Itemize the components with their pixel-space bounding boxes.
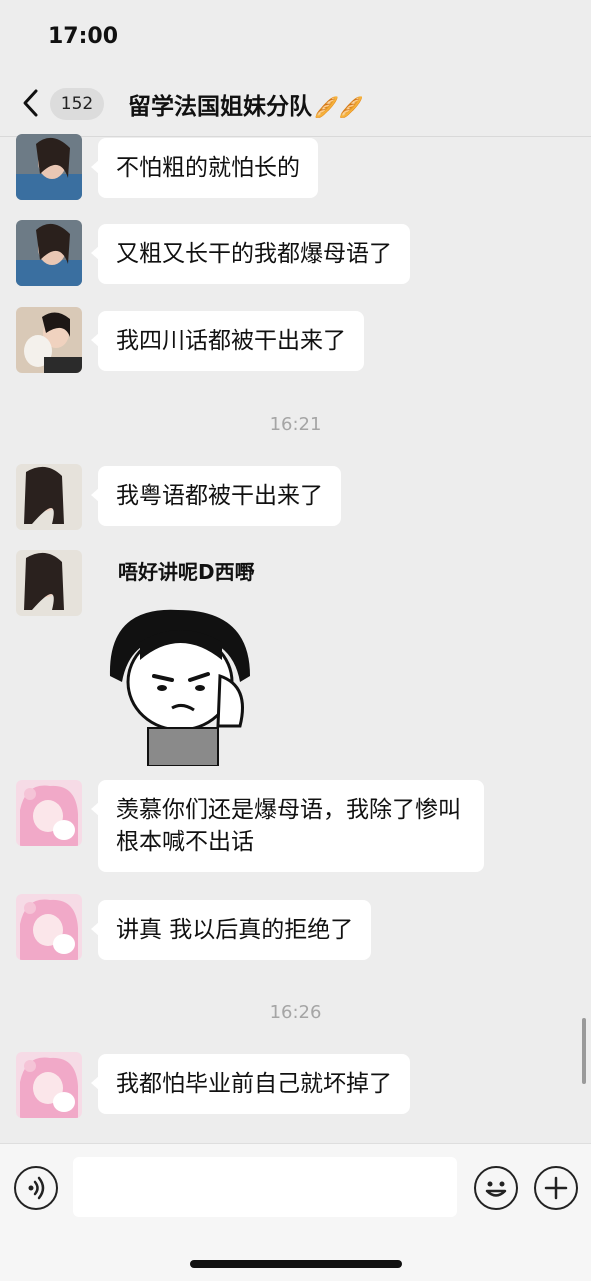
chat-title[interactable]: 留学法国姐妹分队 🥖🥖 [128,87,364,121]
message-bubble[interactable]: 我四川话都被干出来了 [91,311,364,371]
avatar[interactable] [16,220,82,286]
avatar[interactable] [16,1052,82,1118]
sticker-caption: 唔好讲呢D西嘢 [118,560,255,584]
message-bubble[interactable]: 我都怕毕业前自己就坏掉了 [91,1054,410,1114]
back-chevron-icon [23,89,38,117]
emoji-button[interactable] [474,1166,518,1210]
status-bar: 17:00 [0,0,591,70]
message-bubble[interactable]: 又粗又长干的我都爆母语了 [91,224,410,284]
message-timestamp: 16:21 [269,414,322,435]
chat-header: 152 留学法国姐妹分队 🥖🥖 [0,70,591,137]
avatar[interactable] [16,550,82,616]
emoji-icon [485,1181,507,1197]
avatar[interactable] [16,780,82,846]
sticker-message[interactable]: 唔好讲呢D西嘢 [100,556,260,766]
home-indicator [190,1260,402,1268]
voice-button[interactable] [14,1166,58,1210]
unread-count-badge[interactable]: 152 [50,88,104,120]
title-emoji: 🥖🥖 [314,95,364,119]
plus-icon [544,1176,568,1200]
status-time: 17:00 [48,24,119,49]
message-bubble[interactable]: 羡慕你们还是爆母语，我除了惨叫根本喊不出话 [91,780,484,872]
message-timestamp: 16:26 [269,1002,322,1023]
message-bubble[interactable]: 讲真 我以后真的拒绝了 [90,900,372,960]
avatar[interactable] [16,134,82,200]
meme-face-sticker [109,609,250,766]
scrollbar[interactable] [582,1018,586,1084]
message-input[interactable] [73,1157,457,1217]
message-bubble[interactable]: 我粤语都被干出来了 [91,466,341,526]
chat-title-text: 留学法国姐妹分队 [128,94,312,120]
voice-icon [28,1176,45,1200]
avatar[interactable] [16,307,82,373]
avatar[interactable] [16,894,82,960]
more-button[interactable] [534,1166,578,1210]
message-bubble[interactable]: 不怕粗的就怕长的 [91,138,318,198]
avatar[interactable] [16,464,82,530]
back-button[interactable] [18,86,44,120]
